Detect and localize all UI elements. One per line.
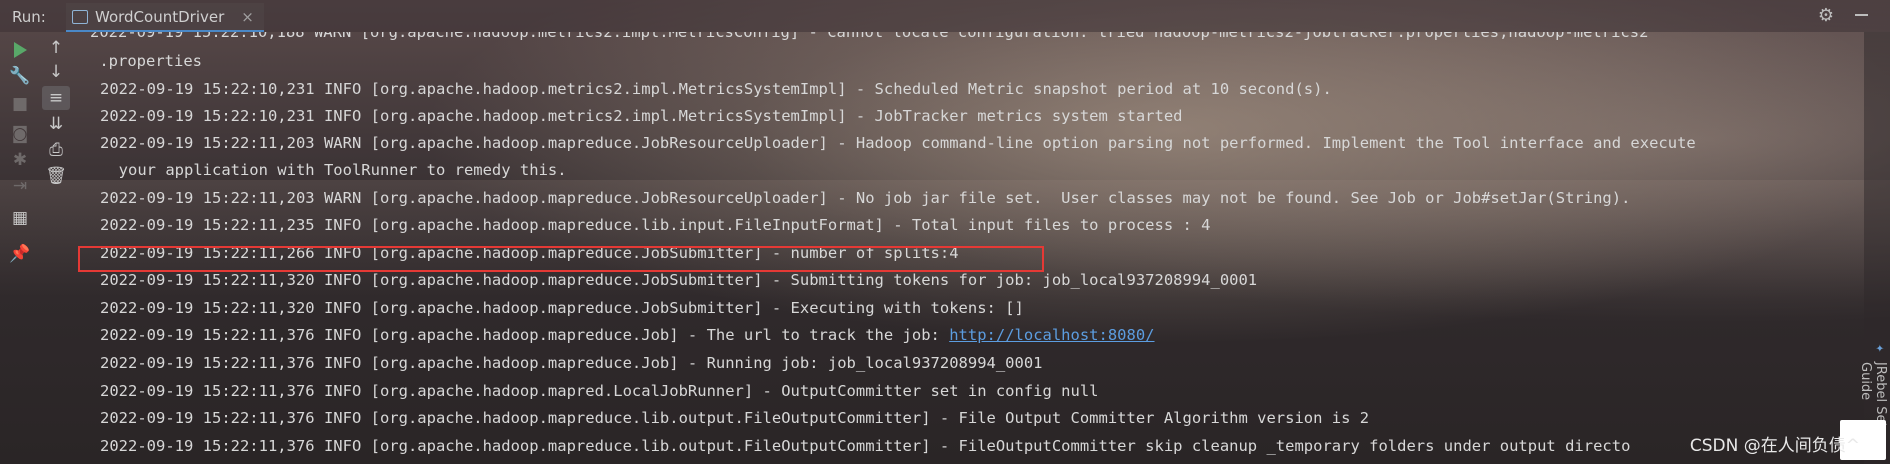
jrebel-icon[interactable]: ✦ — [1876, 340, 1884, 356]
run-label: Run: — [12, 8, 46, 26]
scroll-to-end-icon[interactable]: ⇊ — [42, 112, 70, 136]
stop-icon[interactable]: ■ — [6, 92, 34, 116]
console-line: 2022-09-19 15:22:11,376 INFO [org.apache… — [100, 382, 1099, 400]
camera-icon[interactable]: ◙ — [6, 122, 34, 146]
console-line: .properties — [90, 52, 202, 70]
highlight-annotation — [78, 246, 1044, 272]
tab-title: WordCountDriver — [95, 7, 225, 26]
console-line: 2022-09-19 15:22:11,203 WARN [org.apache… — [100, 134, 1696, 152]
right-tool-strip: ✦ JRebel Setup Guide — [1858, 32, 1890, 464]
run-toolbar-left: 🔧 ■ ◙ ✱ ⇥ ▦ 📌 — [6, 32, 38, 464]
console-line-text: 2022-09-19 15:22:11,376 INFO [org.apache… — [100, 326, 950, 344]
pin-icon[interactable]: 📌 — [6, 242, 34, 266]
console-line: 2022-09-19 15:22:11,235 INFO [org.apache… — [100, 216, 1211, 234]
soft-wrap-icon[interactable]: ≡ — [42, 86, 70, 110]
arrow-down-icon[interactable]: ↓ — [42, 60, 70, 84]
gear-icon[interactable]: ⚙ — [1818, 5, 1834, 26]
wrench-icon[interactable]: 🔧 — [6, 64, 34, 88]
console-line: 2022-09-19 15:22:11,376 INFO [org.apache… — [100, 354, 1043, 372]
exit-icon[interactable]: ⇥ — [6, 174, 34, 198]
console-line: 2022-09-19 15:22:11,320 INFO [org.apache… — [100, 271, 1258, 289]
close-icon[interactable]: × — [241, 8, 254, 26]
console-line: 2022-09-19 15:22:11,320 INFO [org.apache… — [100, 299, 1024, 317]
console-line: 2022-09-19 15:22:11,376 INFO [org.apache… — [100, 409, 1370, 427]
console-line: 2022-09-19 15:22:11,203 WARN [org.apache… — [100, 189, 1631, 207]
play-icon[interactable] — [6, 38, 34, 62]
console-line-with-link: 2022-09-19 15:22:11,376 INFO [org.apache… — [100, 324, 1155, 346]
layout-icon[interactable]: ▦ — [6, 206, 34, 230]
run-config-icon — [72, 9, 88, 24]
watermark-text: CSDN @在人间负债^ — [1689, 436, 1860, 456]
console-toolbar: ↑ ↓ ≡ ⇊ ⎙ 🗑 — [42, 32, 74, 464]
console-line: 2022-09-19 15:22:10,231 INFO [org.apache… — [100, 80, 1332, 98]
job-tracking-link[interactable]: http://localhost:8080/ — [949, 326, 1154, 344]
minimize-icon[interactable] — [1855, 14, 1868, 16]
console-line: 2022-09-19 15:22:11,376 INFO [org.apache… — [100, 437, 1631, 455]
console-line: 2022-09-19 15:22:10,188 WARN [org.apache… — [90, 32, 1649, 41]
print-icon[interactable]: ⎙ — [42, 138, 70, 162]
tab-wordcountdriver[interactable]: WordCountDriver × — [66, 3, 264, 32]
console-line: 2022-09-19 15:22:10,231 INFO [org.apache… — [100, 107, 1183, 125]
trash-icon[interactable]: 🗑 — [42, 164, 70, 188]
run-toolbar: Run: WordCountDriver × ⚙ — [0, 0, 1890, 32]
console-line: your application with ToolRunner to reme… — [100, 161, 567, 179]
arrow-up-icon[interactable]: ↑ — [42, 36, 70, 60]
bug-icon[interactable]: ✱ — [6, 148, 34, 172]
